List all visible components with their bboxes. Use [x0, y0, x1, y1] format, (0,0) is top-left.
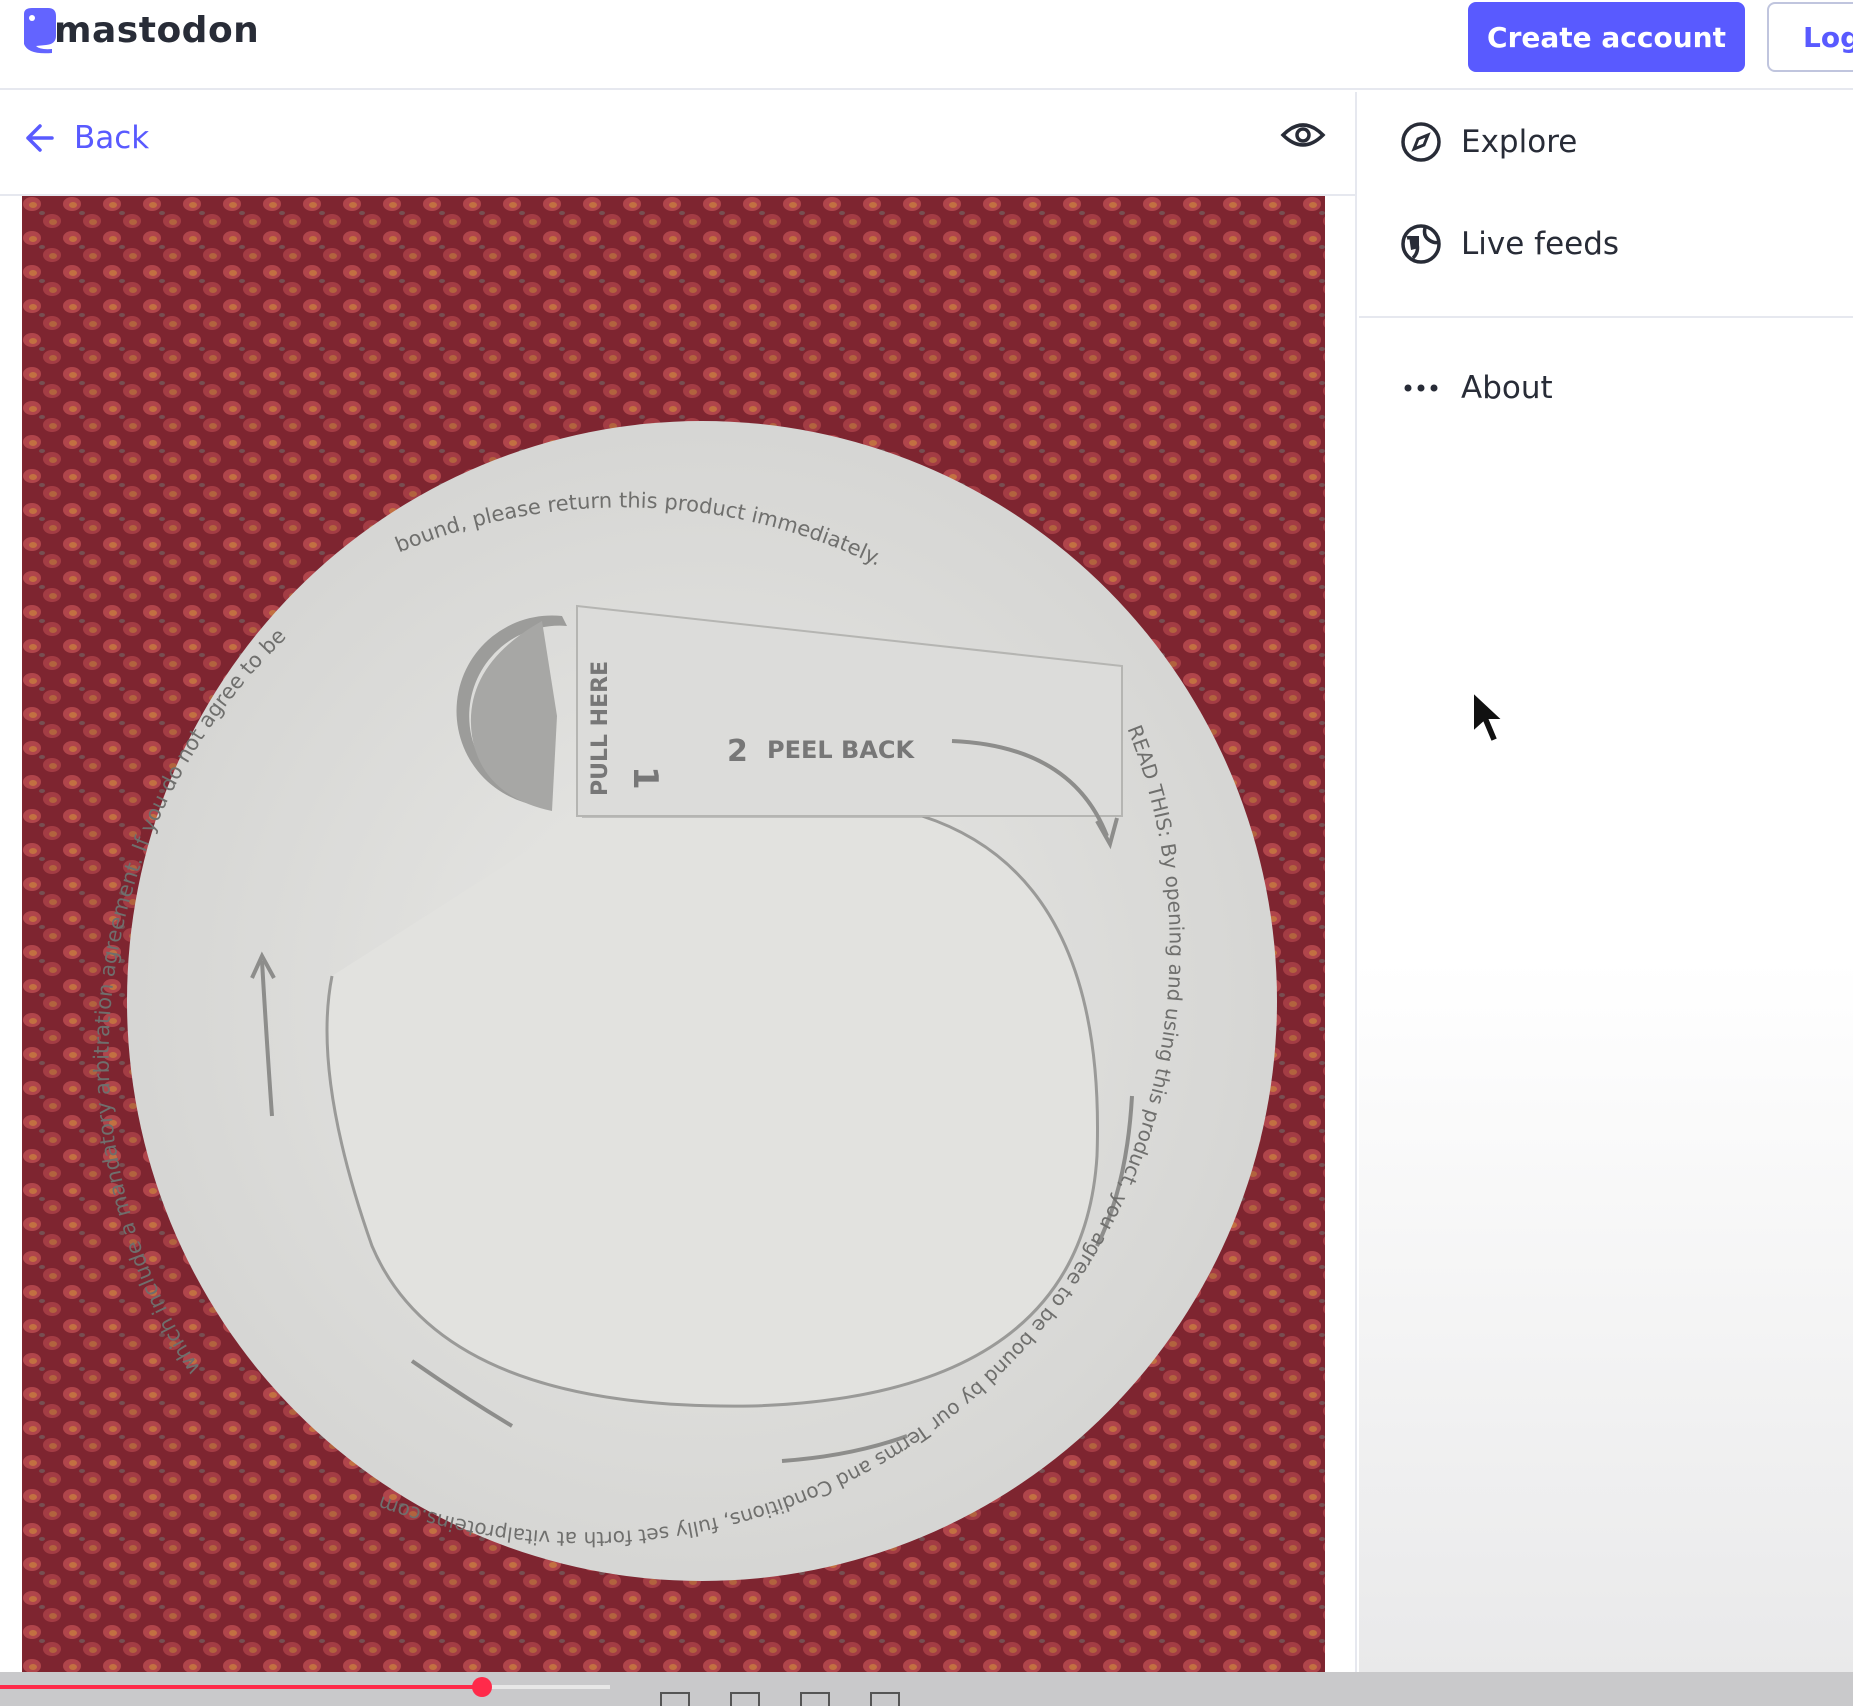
sidebar-item-live-feeds[interactable]: Live feeds — [1399, 222, 1619, 266]
back-label: Back — [74, 120, 150, 156]
step1-label: PULL HERE — [588, 661, 613, 796]
eye-icon — [1280, 123, 1326, 147]
checkbox[interactable] — [800, 1692, 830, 1706]
mouse-cursor-icon — [1470, 689, 1506, 750]
main-column: Back 1 PULL HERE 2 PEEL BACK bound, plea… — [0, 92, 1357, 1672]
step2-label: PEEL BACK — [767, 736, 916, 764]
sidebar: Explore Live feeds About — [1359, 92, 1853, 1672]
checkbox[interactable] — [660, 1692, 690, 1706]
caption-controls — [660, 1692, 900, 1706]
checkbox[interactable] — [730, 1692, 760, 1706]
create-account-button[interactable]: Create account — [1468, 2, 1745, 72]
step1-number: 1 — [625, 766, 665, 790]
video-player-bar — [0, 1672, 1853, 1706]
column-header: Back — [0, 92, 1357, 196]
sidebar-item-explore[interactable]: Explore — [1399, 120, 1577, 164]
progress-scrubber[interactable] — [471, 1677, 492, 1697]
ellipsis-icon — [1399, 366, 1443, 410]
sidebar-item-label: Live feeds — [1461, 226, 1620, 262]
mastodon-logo-icon — [24, 8, 56, 54]
arrow-left-icon — [26, 124, 54, 152]
back-button[interactable]: Back — [22, 120, 149, 156]
step2-number: 2 — [727, 734, 748, 769]
photo-content: 1 PULL HERE 2 PEEL BACK bound, please re… — [22, 196, 1325, 1672]
sidebar-item-label: About — [1461, 370, 1553, 406]
top-bar: mastodon Create account Log — [0, 0, 1853, 90]
brand-logo[interactable]: mastodon — [18, 6, 259, 54]
compass-icon — [1399, 120, 1443, 164]
globe-icon — [1399, 222, 1443, 266]
media-photo[interactable]: 1 PULL HERE 2 PEEL BACK bound, please re… — [22, 196, 1325, 1672]
login-button[interactable]: Log — [1767, 2, 1853, 72]
sidebar-item-about[interactable]: About — [1399, 366, 1553, 410]
progress-fill — [0, 1685, 482, 1689]
sidebar-divider — [1359, 316, 1853, 318]
hide-media-button[interactable] — [1280, 118, 1326, 156]
checkbox[interactable] — [870, 1692, 900, 1706]
brand-name: mastodon — [54, 9, 260, 51]
sidebar-item-label: Explore — [1461, 124, 1578, 160]
